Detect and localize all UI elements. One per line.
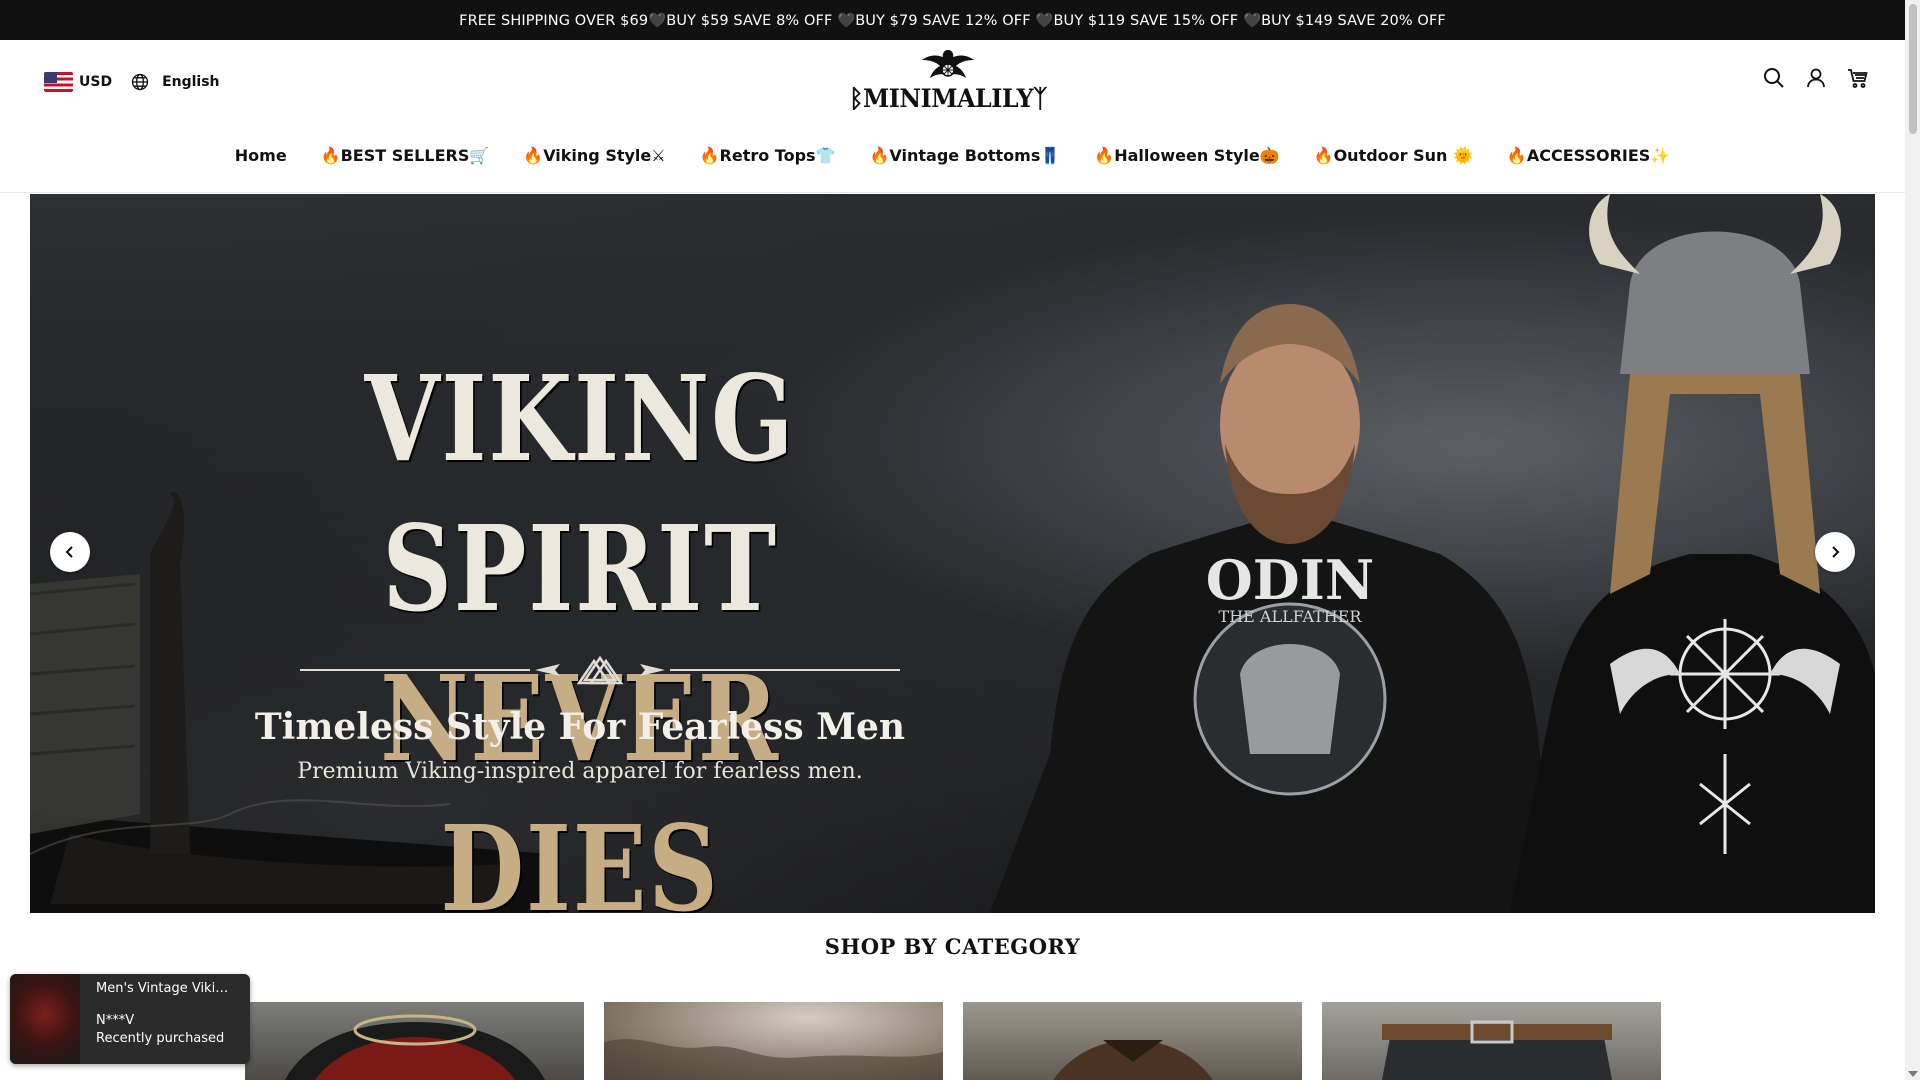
language-selector[interactable]: English [162,74,219,90]
page-scrollbar[interactable] [1905,0,1920,1080]
carousel-prev-button[interactable] [50,532,90,572]
category-card-1[interactable] [245,1002,584,1080]
globe-icon[interactable] [130,72,150,92]
us-flag-icon[interactable] [44,72,73,92]
nav-outdoor-sun[interactable]: 🔥Outdoor Sun 🌞 [1314,146,1473,165]
scrollbar-thumb[interactable] [1909,4,1917,134]
category-card-2[interactable] [604,1002,943,1080]
account-icon[interactable] [1804,66,1828,90]
logo-wordmark: ᛒMINIMALILYᛉ [849,84,1047,113]
shirt-front-subtext: THE ALLFATHER [1219,607,1363,626]
nav-halloween-style[interactable]: 🔥Halloween Style🎃 [1094,146,1279,165]
category-image-4 [1382,1020,1612,1080]
chevron-right-icon [1832,546,1840,558]
popup-text: Men's Vintage Viking Odin T-Shirt N***V … [80,974,236,1064]
nav-home[interactable]: Home [235,146,287,165]
category-card-3[interactable] [963,1002,1302,1080]
popup-product-name: Men's Vintage Viking Odin T-Shirt [96,981,236,996]
locale-selector: USD English [44,70,220,94]
carousel-next-button[interactable] [1815,532,1855,572]
header-actions [1762,66,1870,90]
hero-banner[interactable]: ODIN THE ALLFATHER VIKING SPIRIT NEVER D… [30,194,1875,913]
hero-title-line1: VIKING SPIRIT [364,349,796,638]
currency-selector[interactable]: USD [79,74,112,90]
shirt-front-text: ODIN [1206,548,1375,612]
main-nav: Home 🔥BEST SELLERS🛒 🔥Viking Style⚔ 🔥Retr… [0,146,1905,165]
popup-status: Recently purchased [96,1031,225,1046]
viking-models-image: ODIN THE ALLFATHER [990,194,1875,913]
announcement-text: FREE SHIPPING OVER $69🖤BUY $59 SAVE 8% O… [459,12,1446,29]
nav-best-sellers[interactable]: 🔥BEST SELLERS🛒 [321,146,490,165]
category-image-3 [1053,1040,1213,1080]
category-card-4[interactable] [1322,1002,1661,1080]
search-icon[interactable] [1762,66,1786,90]
announcement-bar: FREE SHIPPING OVER $69🖤BUY $59 SAVE 8% O… [0,0,1905,40]
category-image-2 [604,1039,943,1080]
nav-viking-style[interactable]: 🔥Viking Style⚔ [523,146,665,165]
chevron-left-icon [65,546,73,558]
cart-icon[interactable] [1846,66,1870,90]
recent-purchase-popup[interactable]: Men's Vintage Viking Odin T-Shirt N***V … [10,974,250,1064]
nav-accessories[interactable]: 🔥ACCESSORIES✨ [1507,146,1670,165]
site-logo[interactable]: ᛒMINIMALILYᛉ [849,46,1047,124]
hero-subtitle: Timeless Style For Fearless Men [254,706,906,748]
hero-title: VIKING SPIRIT NEVER DIES [180,344,980,913]
nav-vintage-bottoms[interactable]: 🔥Vintage Bottoms👖 [869,146,1060,165]
raven-logo-icon [922,50,974,78]
valknut-divider-icon [300,655,900,685]
scroll-down-arrow-icon[interactable] [1908,1071,1918,1077]
hero-tagline: Premium Viking-inspired apparel for fear… [297,759,863,784]
purchased-product-thumbnail [10,974,80,1064]
shop-by-category-heading: SHOP BY CATEGORY [824,934,1081,959]
category-image-1 [285,1014,545,1080]
nav-retro-tops[interactable]: 🔥Retro Tops👕 [700,146,836,165]
site-header: USD English ᛒMINIMALILYᛉ Home 🔥BEST SELL… [0,40,1905,193]
category-grid [245,1002,1661,1080]
popup-buyer: N***V [96,1013,135,1028]
